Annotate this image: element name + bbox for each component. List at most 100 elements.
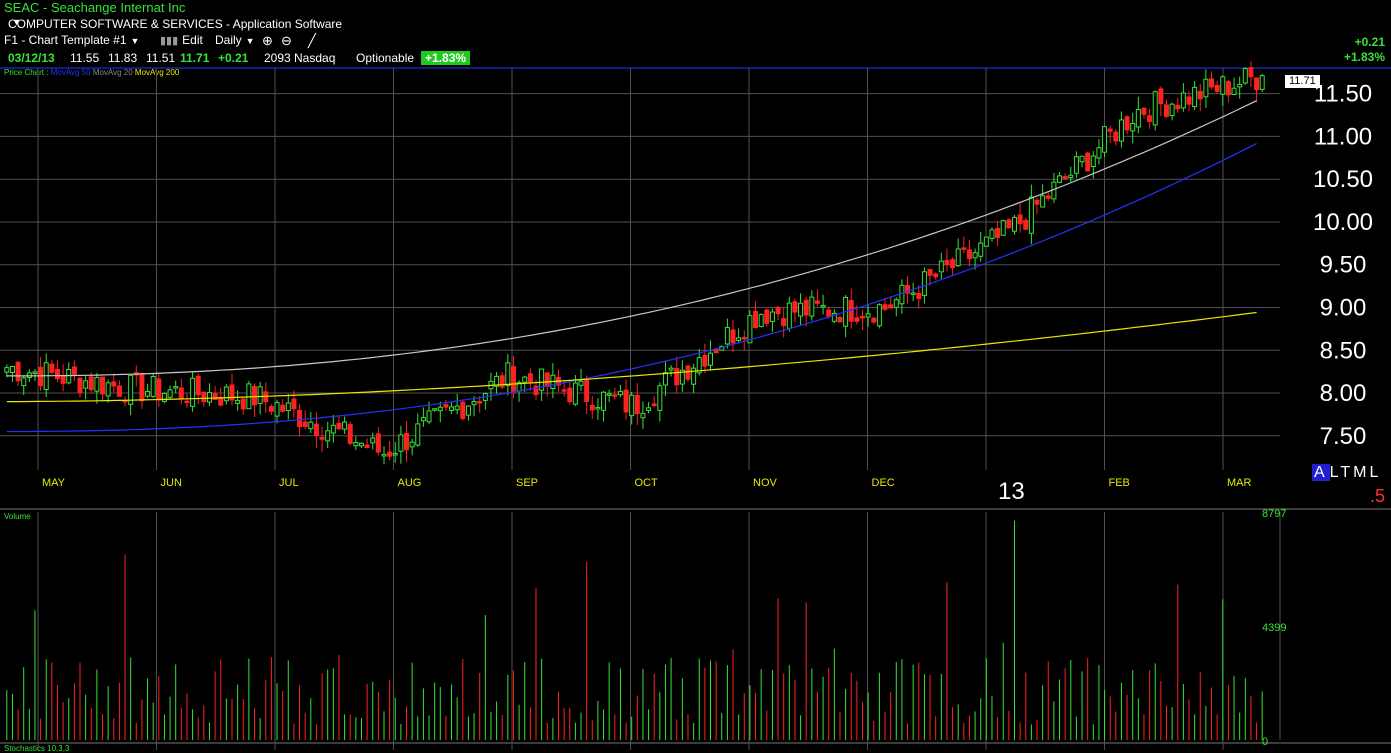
candle-body [927,269,933,276]
y-tick-label: 9.00 [1320,294,1367,321]
candle-body [32,371,38,374]
altml-label[interactable]: A LTML [1312,464,1381,482]
candle-body [161,392,167,402]
x-tick-label: MAY [42,477,66,489]
candle-body [775,306,781,315]
x-tick-label: FEB [1109,477,1130,489]
candle-body [606,393,612,396]
candle-body [966,249,972,260]
x-tick-label: DEC [872,477,895,489]
x-tick-label: AUG [398,477,422,489]
candle-body [308,421,314,430]
candle-body [1096,147,1102,159]
candle-body [567,387,573,403]
y-tick-label: 9.50 [1320,252,1367,279]
candle-body [195,375,201,396]
candle-body [178,387,184,400]
volume-tick-label: 4399 [1262,622,1286,634]
candle-body [972,252,978,259]
candle-body [589,404,595,411]
candle-body [1231,87,1237,95]
candle-body [257,386,263,405]
candle-body [1254,77,1260,91]
x-tick-label: NOV [753,477,778,489]
candle-body [426,410,432,423]
candle-body [370,437,376,444]
y-tick-label: 10.50 [1313,166,1373,193]
candle-body [792,301,798,313]
candle-body [347,424,353,444]
candle-body [505,362,511,387]
candle-body [218,396,224,406]
candle-body [753,310,759,329]
candle-body [1068,174,1074,179]
candle-body [167,389,173,398]
candle-body [561,389,567,392]
candle-body [601,391,607,411]
candle-body [156,378,162,401]
candle-body [651,403,657,406]
candle-body [1225,81,1231,96]
candle-body [674,368,680,386]
candle-body [1006,219,1012,229]
candle-body [150,376,156,397]
candle-body [223,386,229,402]
candle-body [510,366,516,393]
candle-body [392,453,398,456]
candle-body [578,380,584,386]
candle-body [820,304,826,308]
candle-body [1011,216,1017,232]
candle-body [21,377,27,387]
candle-body [707,352,713,366]
candle-body [1057,175,1063,183]
axis-labels: 7.50 8.00 8.50 9.00 9.50 10.00 10.50 11.00 11.50… [42,81,1373,748]
candle-body [1220,76,1226,95]
candle-body [764,309,770,324]
candle-body [105,382,111,397]
candle-body [268,406,274,412]
volume-tick-label: 8797 [1262,508,1286,520]
candle-body [49,363,55,373]
candle-body [1163,104,1169,117]
candle-body [443,404,449,408]
candle-body [933,273,939,278]
candle-body [617,390,623,396]
candle-body [1073,156,1079,174]
x-tick-label: SEP [516,477,538,489]
candle-body [1237,83,1243,88]
candle-body [460,401,466,419]
candle-body [111,381,117,387]
candle-body [319,436,325,440]
candle-body [353,442,359,447]
candle-body [471,401,477,406]
candle-body [477,400,483,404]
candle-body [330,424,336,434]
candle-body [668,367,674,371]
candle-body [814,300,820,304]
candle-body [702,354,708,367]
candle-body [404,433,410,451]
candle-body [77,377,83,394]
candle-body [1158,88,1164,105]
candle-body [786,302,792,329]
candle-body [71,366,77,375]
price-volume-chart[interactable]: 7.50 8.00 8.50 9.00 9.50 10.00 10.50 11.00 11.50… [0,0,1391,751]
candles [4,61,1265,465]
candle-body [882,304,888,310]
candle-body [1090,155,1096,167]
candle-body [1147,115,1153,122]
candle-body [100,376,106,395]
candle-body [1045,195,1051,199]
candle-body [398,434,404,452]
candle-body [235,399,241,404]
candle-body [1169,103,1175,117]
stochastics-pane-title: Stochastics 10,3,3 [4,744,70,753]
candle-body [544,372,550,387]
candle-body [938,260,944,273]
candle-body [415,423,421,446]
candle-body [769,311,775,322]
candle-body [662,372,668,386]
candle-body [629,394,635,417]
candle-body [522,376,528,383]
candle-body [240,398,246,410]
